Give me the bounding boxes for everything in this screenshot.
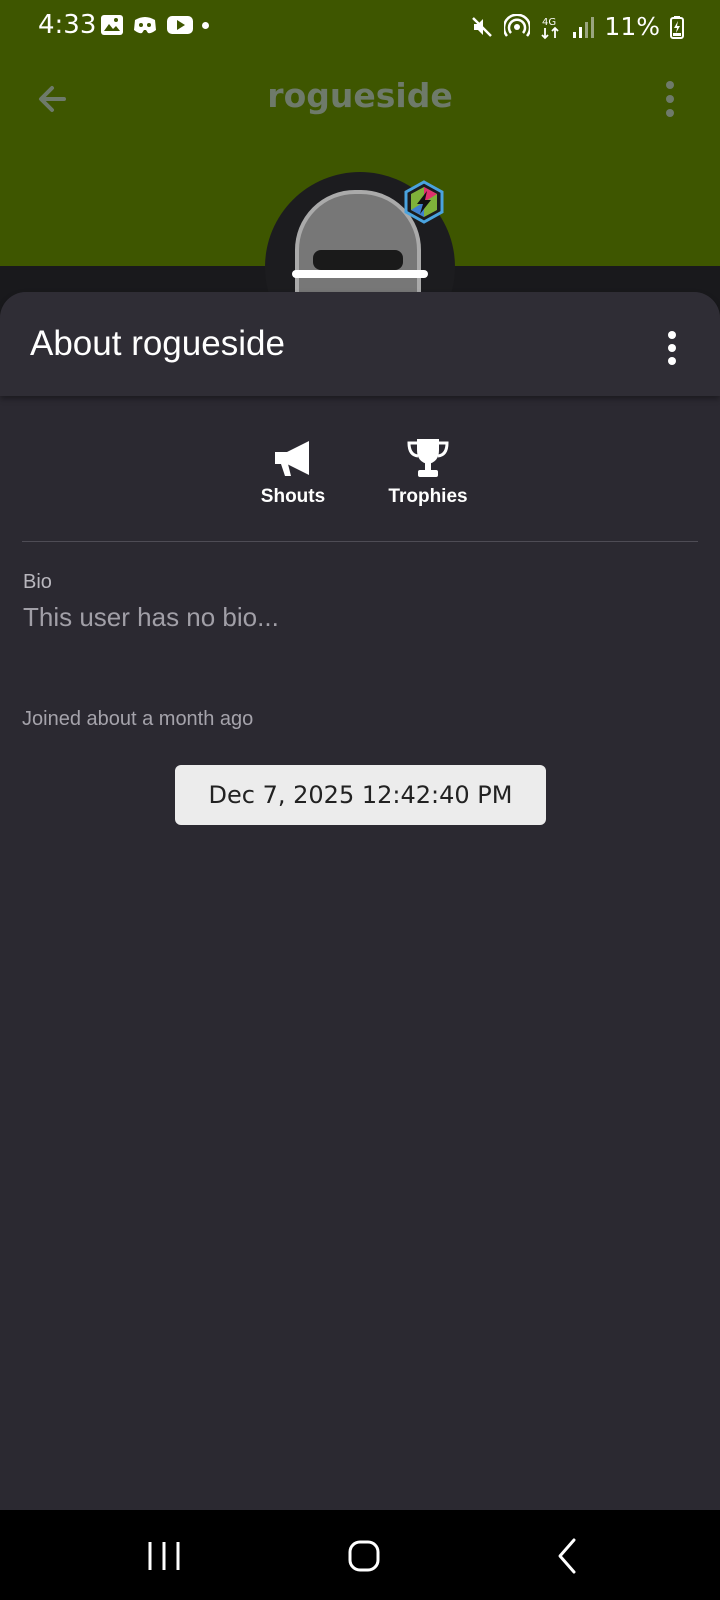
battery-charging-icon <box>670 15 684 39</box>
system-navigation-bar <box>0 1510 720 1600</box>
sheet-header: About rogueside <box>0 292 720 396</box>
trophies-button[interactable]: Trophies <box>368 436 488 508</box>
megaphone-icon <box>275 441 309 476</box>
home-icon[interactable] <box>342 1534 386 1578</box>
network-4g-icon: 4G <box>541 17 560 39</box>
svg-text:4G: 4G <box>542 17 556 28</box>
signal-icon <box>573 16 595 38</box>
recent-apps-icon[interactable] <box>142 1534 186 1578</box>
youtube-icon <box>167 16 193 34</box>
mute-icon <box>472 16 493 37</box>
avatar-mask-band <box>313 250 403 270</box>
battery-percentage: 11% <box>604 12 660 41</box>
joined-text: Joined about a month ago <box>22 708 254 730</box>
discord-icon <box>134 17 156 34</box>
sheet-drag-handle[interactable] <box>292 270 428 278</box>
system-icons: 4G 11% <box>470 12 684 41</box>
more-vertical-icon[interactable] <box>662 330 682 366</box>
bio-text: This user has no bio... <box>23 602 279 632</box>
shouts-button[interactable]: Shouts <box>233 436 353 508</box>
profile-actions: Shouts Trophies <box>0 436 720 516</box>
trophy-icon <box>407 439 449 477</box>
back-icon[interactable] <box>546 1534 590 1578</box>
more-notifications-dot <box>202 21 209 29</box>
notification-icons <box>100 14 209 36</box>
level-badge-icon <box>404 180 444 224</box>
sheet-title: About rogueside <box>30 324 285 363</box>
status-bar: 4:33 4G 11% <box>0 0 720 52</box>
bio-label: Bio <box>23 571 52 593</box>
profile-username: rogueside <box>267 76 453 115</box>
shouts-label: Shouts <box>260 486 326 507</box>
hotspot-icon <box>504 13 531 37</box>
trophies-label: Trophies <box>388 486 468 507</box>
screen: 4:33 4G 11% rogueside About rogueside Sh… <box>0 0 720 1600</box>
divider <box>22 541 698 542</box>
status-time: 4:33 <box>38 10 97 40</box>
more-vertical-icon[interactable] <box>660 80 680 118</box>
gallery-icon <box>101 15 123 35</box>
app-bar: rogueside <box>0 66 720 130</box>
joined-date-tooltip: Dec 7, 2025 12:42:40 PM <box>175 765 546 825</box>
about-sheet: About rogueside Shouts Trophies Bio This… <box>0 292 720 1510</box>
